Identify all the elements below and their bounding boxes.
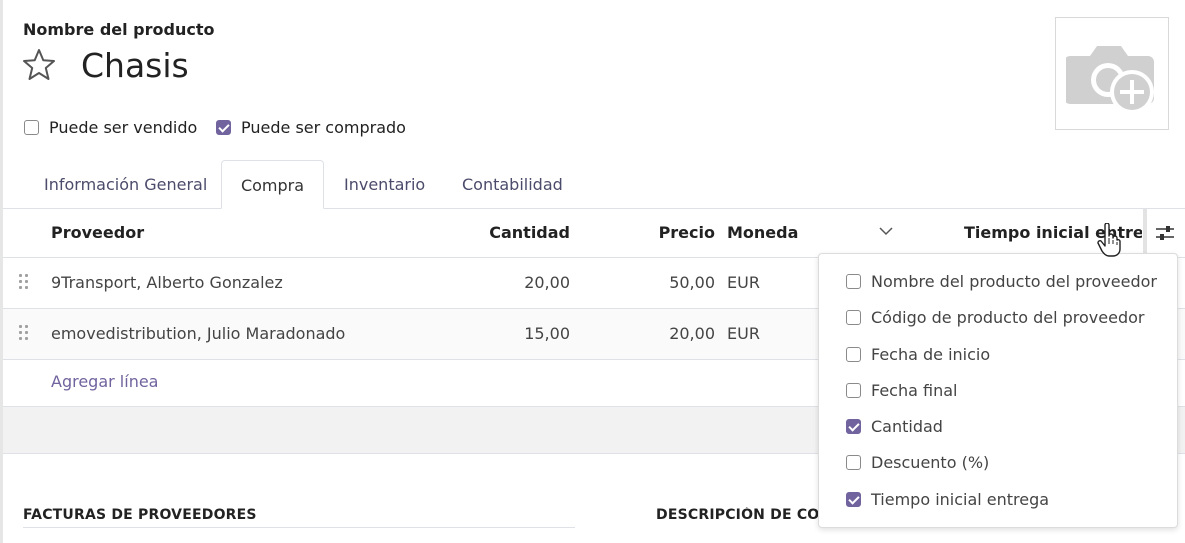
quantity-cell[interactable]: 20,00 xyxy=(473,258,570,308)
add-line-link[interactable]: Agregar línea xyxy=(51,358,158,406)
currency-cell[interactable]: EUR xyxy=(727,309,760,359)
column-option-discount[interactable]: Descuento (%) xyxy=(846,450,989,474)
tab-purchase[interactable]: Compra xyxy=(221,160,324,209)
column-header-price[interactable]: Precio xyxy=(643,209,715,257)
tab-accounting[interactable]: Contabilidad xyxy=(442,160,583,208)
price-cell[interactable]: 20,00 xyxy=(643,309,715,359)
checkbox-icon[interactable] xyxy=(24,119,39,135)
checkbox-icon[interactable] xyxy=(846,346,861,362)
price-cell[interactable]: 50,00 xyxy=(643,258,715,308)
column-header-currency[interactable]: Moneda xyxy=(727,209,798,257)
product-name-input[interactable]: Chasis xyxy=(81,46,189,85)
can-be-sold-checkbox[interactable]: Puede ser vendido xyxy=(24,117,197,137)
checkbox-icon[interactable] xyxy=(846,309,861,325)
tab-general-information[interactable]: Información General xyxy=(24,160,227,208)
optional-columns-dropdown: Nombre del producto del proveedor Código… xyxy=(818,253,1178,528)
chevron-down-icon[interactable] xyxy=(879,226,893,236)
checkbox-icon[interactable] xyxy=(846,454,861,470)
column-option-vendor-product-name[interactable]: Nombre del producto del proveedor xyxy=(846,269,1157,293)
product-image-upload[interactable] xyxy=(1055,17,1169,130)
purchase-description-heading: DESCRIPCIÓN DE COMPRA xyxy=(656,507,818,523)
column-option-quantity[interactable]: Cantidad xyxy=(846,414,943,438)
checkbox-icon[interactable] xyxy=(846,382,861,398)
hand-pointer-cursor-icon xyxy=(1097,222,1121,261)
column-option-start-date[interactable]: Fecha de inicio xyxy=(846,342,990,366)
drag-handle-icon[interactable] xyxy=(19,274,29,290)
can-be-sold-label: Puede ser vendido xyxy=(49,117,198,137)
favorite-star-icon[interactable] xyxy=(22,48,56,82)
column-header-quantity[interactable]: Cantidad xyxy=(473,209,570,257)
checkbox-checked-icon[interactable] xyxy=(216,119,231,135)
column-option-vendor-product-code[interactable]: Código de producto del proveedor xyxy=(846,305,1144,329)
column-resize-handle[interactable] xyxy=(1143,209,1147,257)
vendor-cell[interactable]: emovedistribution, Julio Maradonado xyxy=(51,309,345,359)
product-name-label: Nombre del producto xyxy=(23,20,215,39)
currency-cell[interactable]: EUR xyxy=(727,258,760,308)
checkbox-checked-icon[interactable] xyxy=(846,491,861,507)
tab-inventory[interactable]: Inventario xyxy=(324,160,445,208)
can-be-purchased-checkbox[interactable]: Puede ser comprado xyxy=(216,117,406,137)
drag-handle-icon[interactable] xyxy=(19,325,29,341)
optional-columns-toggle-icon[interactable] xyxy=(1155,224,1175,242)
checkbox-icon[interactable] xyxy=(846,273,861,289)
column-option-lead-time[interactable]: Tiempo inicial entrega xyxy=(846,487,1049,511)
section-divider xyxy=(23,527,575,528)
quantity-cell[interactable]: 15,00 xyxy=(473,309,570,359)
vendor-table-header: Proveedor Cantidad Precio Moneda Tiempo … xyxy=(3,209,1185,258)
vendor-cell[interactable]: 9Transport, Alberto Gonzalez xyxy=(51,258,283,308)
notebook-tabs: Información General Compra Inventario Co… xyxy=(3,160,1185,209)
camera-add-icon xyxy=(1066,46,1154,114)
vendor-bills-heading: FACTURAS DE PROVEEDORES xyxy=(23,507,257,523)
column-option-end-date[interactable]: Fecha final xyxy=(846,378,957,402)
checkbox-checked-icon[interactable] xyxy=(846,418,861,434)
can-be-purchased-label: Puede ser comprado xyxy=(241,117,406,137)
column-header-vendor[interactable]: Proveedor xyxy=(51,209,144,257)
